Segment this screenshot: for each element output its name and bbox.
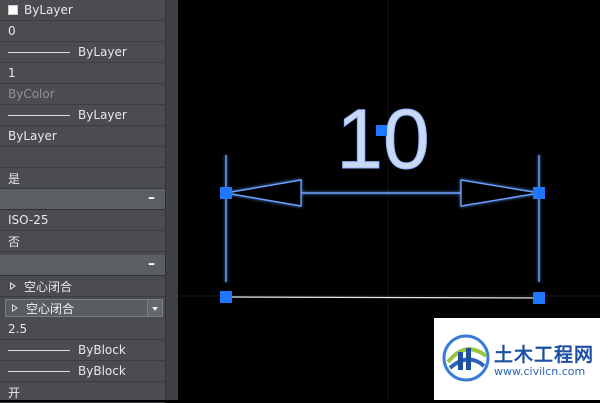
property-layer[interactable]: 0 (0, 21, 165, 42)
property-arrow-1[interactable]: 空心闭合 (0, 276, 165, 297)
properties-panel: ByLayer 0 ByLayer 1 ByColor ByLayer ByLa… (0, 0, 165, 403)
lineweight-sample-icon (8, 370, 70, 372)
section-header-misc[interactable]: – (0, 189, 165, 210)
property-hyperlink[interactable] (0, 147, 165, 168)
collapse-icon[interactable]: – (148, 256, 155, 272)
watermark-title: 土木工程网 (494, 344, 595, 366)
arrowhead-right-icon (460, 179, 540, 207)
property-annotative[interactable]: 否 (0, 231, 165, 252)
property-linetype-scale[interactable]: 1 (0, 63, 165, 84)
property-linetype[interactable]: ByLayer (0, 42, 165, 63)
grip-ext-left[interactable] (220, 291, 232, 303)
chevron-down-icon[interactable] (147, 300, 162, 316)
color-swatch-icon (8, 5, 18, 15)
watermark-url: www.civilcn.com (494, 365, 586, 378)
panel-scrollbar[interactable] (165, 0, 178, 400)
grip-ext-right[interactable] (533, 292, 545, 304)
grip-text[interactable] (376, 125, 387, 136)
arrowhead-icon (12, 304, 18, 312)
property-color[interactable]: ByLayer (0, 0, 165, 21)
grip-dim-right[interactable] (533, 187, 545, 199)
watermark-logo: 土木工程网 www.civilcn.com (434, 318, 600, 400)
property-lineweight[interactable]: ByLayer (0, 105, 165, 126)
collapse-icon[interactable]: – (148, 190, 155, 206)
arrow-2-dropdown[interactable]: 空心闭合 (5, 299, 163, 317)
property-dim-line-lineweight[interactable]: ByBlock (0, 340, 165, 361)
arrowhead-icon (10, 282, 16, 290)
property-ext-line-lineweight[interactable]: ByBlock (0, 361, 165, 382)
object-line[interactable] (225, 296, 540, 299)
property-arrow-size[interactable]: 2.5 (0, 319, 165, 340)
civilcn-logo-icon (442, 334, 490, 382)
lineweight-sample-icon (8, 114, 70, 116)
dimension-text[interactable]: 10 (336, 92, 430, 187)
section-header-lines-arrows[interactable]: – (0, 255, 165, 276)
property-dim-style[interactable]: ISO-25 (0, 210, 165, 231)
property-transparency[interactable]: ByLayer (0, 126, 165, 147)
property-associative[interactable]: 是 (0, 168, 165, 189)
property-plot-style: ByColor (0, 84, 165, 105)
grip-dim-left[interactable] (220, 187, 232, 199)
lineweight-sample-icon (8, 349, 70, 351)
arrowhead-left-icon (225, 179, 302, 207)
linetype-sample-icon (8, 51, 70, 53)
